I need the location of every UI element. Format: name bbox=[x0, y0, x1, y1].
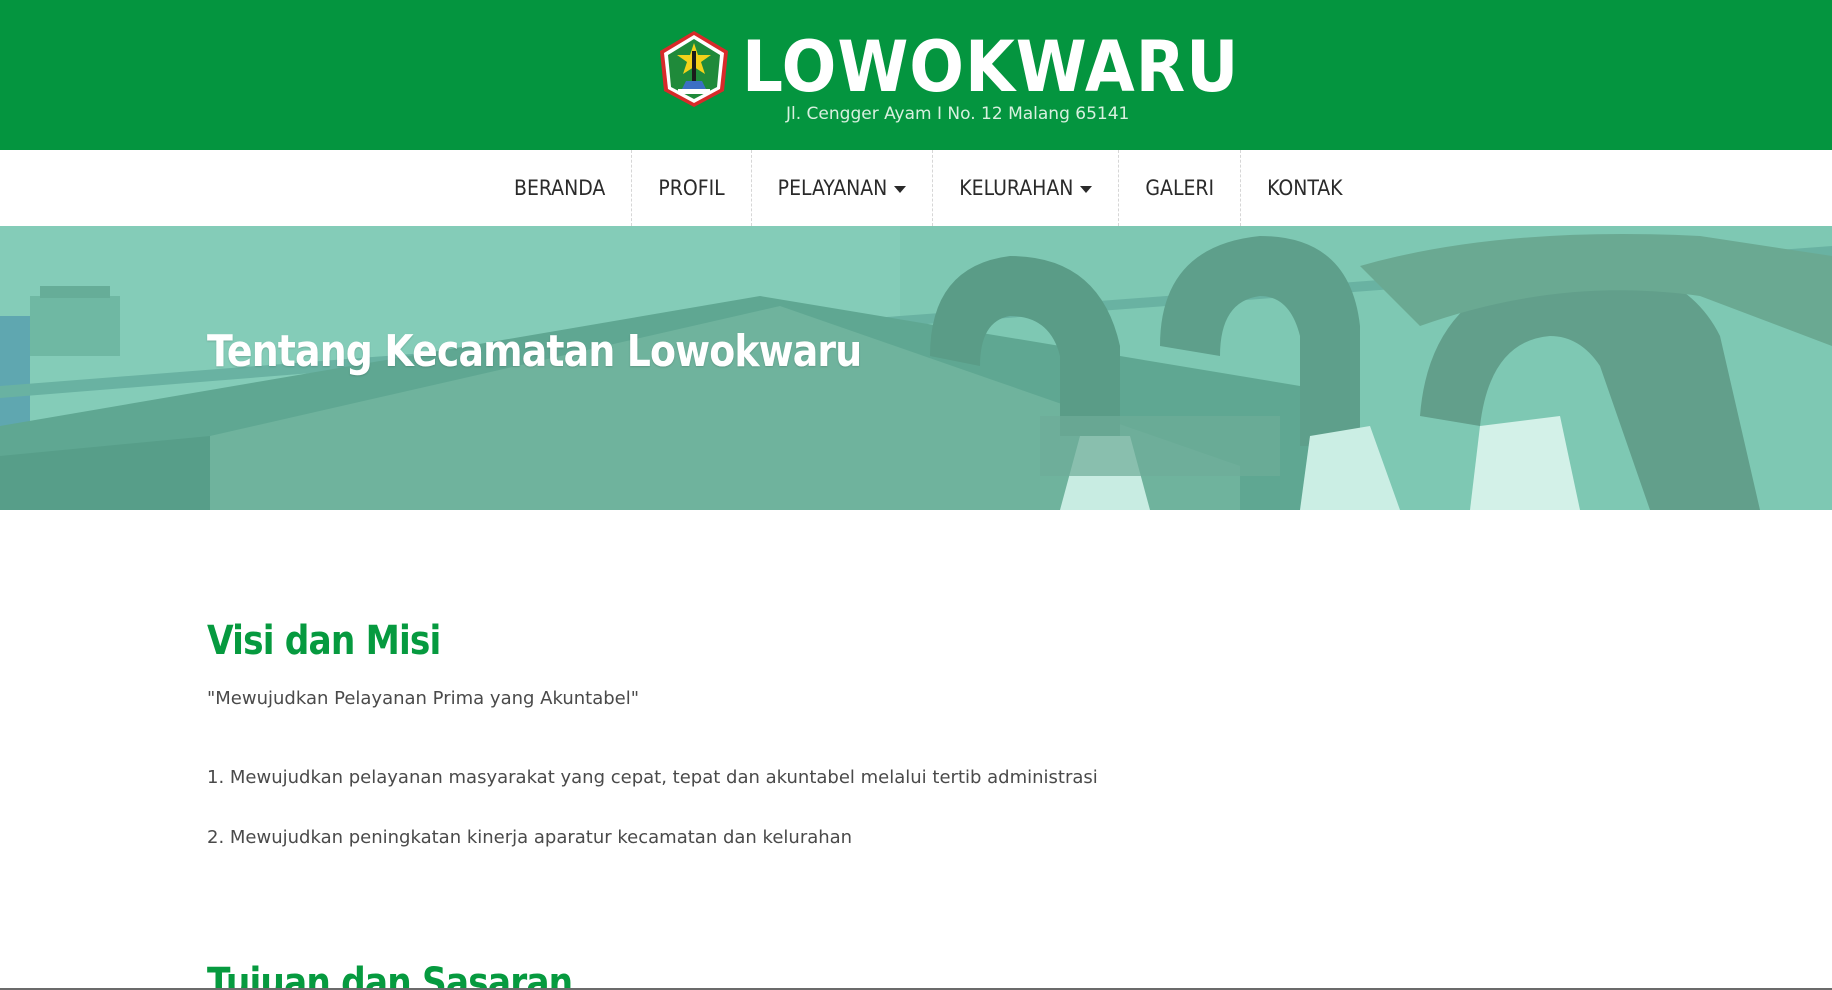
nav-item-label: BERANDA bbox=[514, 176, 606, 200]
nav-item-galeri[interactable]: GALERI bbox=[1119, 150, 1242, 226]
visi-misi-heading: Visi dan Misi bbox=[207, 618, 441, 664]
nav-item-label: GALERI bbox=[1145, 176, 1215, 200]
misi-item: 2. Mewujudkan peningkatan kinerja aparat… bbox=[207, 827, 853, 848]
nav-list: BERANDA PROFIL PELAYANAN KELURAHAN GALER… bbox=[488, 150, 1369, 226]
nav-item-label: KELURAHAN bbox=[959, 176, 1074, 200]
site-address: Jl. Cengger Ayam I No. 12 Malang 65141 bbox=[786, 104, 1130, 124]
caret-down-icon bbox=[894, 185, 907, 193]
site-header: LOWOKWARU Jl. Cengger Ayam I No. 12 Mala… bbox=[0, 0, 1832, 150]
nav-item-pelayanan[interactable]: PELAYANAN bbox=[752, 150, 934, 226]
nav-item-profil[interactable]: PROFIL bbox=[632, 150, 752, 226]
visi-text: "Mewujudkan Pelayanan Prima yang Akuntab… bbox=[207, 688, 640, 709]
site-name: LOWOKWARU bbox=[742, 26, 1240, 108]
nav-item-kelurahan[interactable]: KELURAHAN bbox=[933, 150, 1120, 226]
nav-item-label: KONTAK bbox=[1267, 176, 1343, 200]
nav-item-kontak[interactable]: KONTAK bbox=[1241, 150, 1368, 226]
misi-item: 1. Mewujudkan pelayanan masyarakat yang … bbox=[207, 767, 1098, 788]
nav-item-label: PELAYANAN bbox=[777, 176, 888, 200]
nav-item-label: PROFIL bbox=[658, 176, 725, 200]
caret-down-icon bbox=[1080, 185, 1093, 193]
page-title: Tentang Kecamatan Lowokwaru bbox=[207, 326, 862, 377]
hero-banner: Tentang Kecamatan Lowokwaru bbox=[0, 226, 1832, 510]
brand[interactable]: LOWOKWARU Jl. Cengger Ayam I No. 12 Mala… bbox=[656, 26, 1238, 124]
main-nav: BERANDA PROFIL PELAYANAN KELURAHAN GALER… bbox=[0, 150, 1832, 226]
tujuan-sasaran-heading: Tujuan dan Sasaran bbox=[207, 960, 573, 990]
nav-item-beranda[interactable]: BERANDA bbox=[488, 150, 633, 226]
malang-city-emblem-icon bbox=[660, 31, 728, 107]
